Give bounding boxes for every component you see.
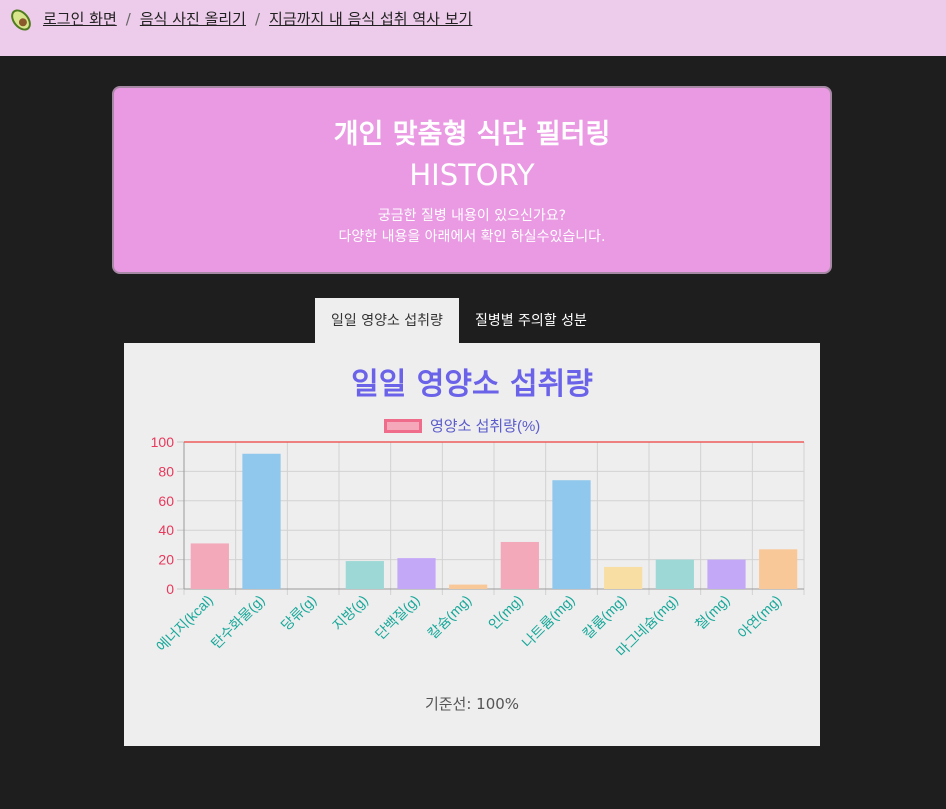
bar [500, 541, 539, 589]
y-tick-label: 0 [166, 581, 174, 597]
x-tick-label: 철(mg) [692, 592, 733, 633]
x-tick-label: 칼륨(mg) [579, 592, 629, 642]
x-tick-label: 인(mg) [485, 592, 526, 633]
y-tick-label: 20 [158, 552, 174, 568]
hero-description-line1: 궁금한 질병 내용이 있으신가요? [377, 208, 567, 224]
y-tick-label: 60 [158, 493, 174, 509]
nav-link-history[interactable]: 지금까지 내 음식 섭취 역사 보기 [269, 8, 472, 30]
nav-link-login[interactable]: 로그인 화면 [43, 8, 117, 30]
bar [242, 453, 281, 589]
bar [655, 559, 694, 589]
tab-daily-nutrients[interactable]: 일일 영양소 섭취량 [315, 298, 459, 343]
bar [190, 543, 229, 589]
tab-bar: 일일 영양소 섭취량 질병별 주의할 성분 [315, 298, 603, 343]
avocado-icon [11, 9, 31, 31]
hero-title: 개인 맞춤형 식단 필터링 [333, 119, 611, 150]
tab-disease-ingredients[interactable]: 질병별 주의할 성분 [459, 298, 603, 343]
y-tick-label: 100 [151, 434, 175, 450]
breadcrumb-nav: 로그인 화면 / 음식 사진 올리기 / 지금까지 내 음식 섭취 역사 보기 [0, 0, 946, 56]
x-tick-label: 탄수화물(g) [208, 592, 268, 652]
bar [345, 561, 384, 589]
bar [449, 584, 488, 589]
bar [707, 559, 746, 589]
hero-banner: 개인 맞춤형 식단 필터링 HISTORY 궁금한 질병 내용이 있으신가요? … [112, 86, 832, 274]
x-tick-label: 나트륨(mg) [519, 592, 578, 651]
breadcrumb-separator: / [254, 10, 261, 28]
x-tick-label: 단백질(g) [372, 592, 423, 643]
x-tick-label: 지방(g) [329, 592, 371, 634]
y-tick-label: 40 [158, 522, 174, 538]
hero-subtitle: HISTORY [409, 158, 535, 192]
x-tick-label: 당류(g) [278, 592, 320, 634]
bar-chart: 0 20 40 60 80 100 에너지(kcal)탄수화물(g) 당류(g) 지방(g) 단백… [151, 434, 805, 660]
reference-caption: 기준선: 100% [424, 695, 520, 713]
x-tick-label: 에너지(kcal) [153, 592, 216, 655]
hero-description: 궁금한 질병 내용이 있으신가요? 다양한 내용을 아래에서 확인 하실수있습니… [114, 206, 830, 248]
bar [397, 558, 436, 589]
bar [759, 549, 798, 589]
bar [552, 480, 591, 589]
bar [604, 566, 643, 589]
nav-link-upload-photo[interactable]: 음식 사진 올리기 [140, 8, 246, 30]
breadcrumb-separator: / [125, 10, 131, 28]
hero-description-line2: 다양한 내용을 아래에서 확인 하실수있습니다. [338, 229, 606, 245]
chart-panel: 일일 영양소 섭취량 영양소 섭취량(%) 0 20 40 60 80 100 에너지(kc… [124, 343, 820, 746]
y-tick-label: 80 [158, 463, 174, 479]
x-tick-label: 칼슘(mg) [424, 592, 474, 642]
x-tick-label: 아연(mg) [734, 592, 784, 642]
